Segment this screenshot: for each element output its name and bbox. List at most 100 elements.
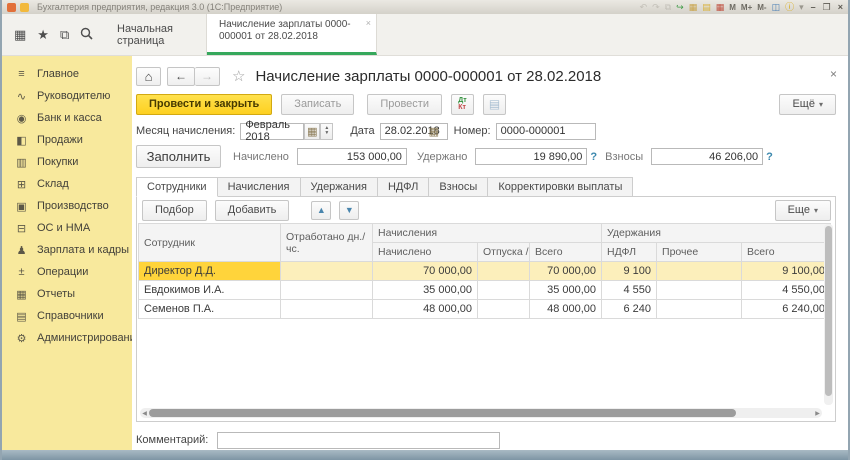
- number-input[interactable]: 0000-000001: [496, 123, 596, 140]
- memory-plus-button[interactable]: M+: [741, 3, 752, 12]
- home-button[interactable]: ⌂: [136, 67, 161, 86]
- minimize-button[interactable]: –: [811, 2, 816, 12]
- cell-ndfl[interactable]: 4 550: [602, 281, 657, 300]
- col-group-accruals[interactable]: Начисления: [373, 224, 602, 243]
- horizontal-scrollbar-thumb[interactable]: [149, 409, 736, 417]
- scroll-right-arrow-icon[interactable]: ▶: [813, 410, 822, 417]
- more-button-grid[interactable]: Еще▾: [775, 200, 831, 221]
- more-button-top[interactable]: Ещё▾: [779, 94, 836, 115]
- tab-home-page[interactable]: Начальная страница: [105, 14, 207, 55]
- tab-employees[interactable]: Сотрудники: [136, 177, 218, 197]
- cell-other[interactable]: [657, 281, 742, 300]
- cell-other[interactable]: [657, 262, 742, 281]
- cell-employee[interactable]: Евдокимов И.А.: [139, 281, 281, 300]
- contributions-help-icon[interactable]: ?: [766, 151, 773, 163]
- cell-accrued[interactable]: 48 000,00: [373, 300, 478, 319]
- tab-salary-document[interactable]: Начисление зарплаты 0000-000001 от 28.02…: [207, 14, 377, 55]
- open-link-icon[interactable]: ↪: [676, 3, 684, 12]
- vertical-scrollbar[interactable]: [824, 224, 833, 405]
- tab-contributions[interactable]: Взносы: [429, 177, 488, 197]
- notes-icon[interactable]: ▤: [702, 3, 711, 12]
- month-picker-button[interactable]: ▦: [304, 123, 320, 140]
- col-other[interactable]: Прочее: [657, 243, 742, 262]
- cell-ndfl[interactable]: 6 240: [602, 300, 657, 319]
- calendar-tool-icon[interactable]: ▦: [689, 3, 698, 12]
- month-spinner[interactable]: ▲▼: [320, 123, 333, 140]
- cell-accruals-total[interactable]: 48 000,00: [530, 300, 602, 319]
- show-postings-button[interactable]: ДтКт: [451, 94, 474, 115]
- table-row[interactable]: Евдокимов И.А. 35 000,00 35 000,00 4 550…: [139, 281, 831, 300]
- favorites-star-icon[interactable]: ★: [37, 28, 49, 41]
- sidebar-item-sales[interactable]: ◧Продажи: [2, 129, 132, 151]
- move-down-button[interactable]: ▼: [339, 201, 359, 220]
- post-and-close-button[interactable]: Провести и закрыть: [136, 94, 272, 115]
- calculator-icon[interactable]: ▦: [716, 3, 725, 12]
- split-panel-icon[interactable]: ◫: [772, 3, 781, 12]
- menu-grid-icon[interactable]: ▦: [14, 28, 26, 41]
- add-button[interactable]: Добавить: [215, 200, 290, 221]
- cell-accrued[interactable]: 70 000,00: [373, 262, 478, 281]
- scroll-left-arrow-icon[interactable]: ◀: [140, 410, 149, 417]
- sidebar-item-purchases[interactable]: ▥Покупки: [2, 151, 132, 173]
- col-deductions-total[interactable]: Всего: [742, 243, 831, 262]
- sidebar-item-warehouse[interactable]: ⊞Склад: [2, 173, 132, 195]
- tab-accruals[interactable]: Начисления: [218, 177, 301, 197]
- close-button[interactable]: ×: [838, 2, 843, 12]
- post-button[interactable]: Провести: [367, 94, 442, 115]
- sidebar-item-operations[interactable]: ±Операции: [2, 261, 132, 283]
- sidebar-item-reports[interactable]: ▦Отчеты: [2, 283, 132, 305]
- date-calendar-icon[interactable]: ▦: [429, 125, 444, 138]
- forward-button[interactable]: →: [195, 67, 220, 86]
- sidebar-item-main[interactable]: ≡Главное: [2, 63, 132, 85]
- cell-accruals-total[interactable]: 70 000,00: [530, 262, 602, 281]
- cell-deductions-total[interactable]: 4 550,00: [742, 281, 831, 300]
- move-up-button[interactable]: ▲: [311, 201, 331, 220]
- restore-button[interactable]: ❐: [823, 2, 831, 13]
- month-input[interactable]: Февраль 2018: [240, 123, 304, 140]
- col-vacation[interactable]: Отпуска /: [478, 243, 530, 262]
- col-worked[interactable]: Отработано дн./чс.: [281, 224, 373, 262]
- col-accruals-total[interactable]: Всего: [530, 243, 602, 262]
- cell-employee[interactable]: Директор Д.Д.: [139, 262, 281, 281]
- cell-vacation[interactable]: [478, 262, 530, 281]
- save-button[interactable]: Записать: [281, 94, 354, 115]
- tab-ndfl[interactable]: НДФЛ: [378, 177, 429, 197]
- sidebar-item-directories[interactable]: ▤Справочники: [2, 305, 132, 327]
- cell-deductions-total[interactable]: 6 240,00: [742, 300, 831, 319]
- cell-vacation[interactable]: [478, 281, 530, 300]
- cell-deductions-total[interactable]: 9 100,00: [742, 262, 831, 281]
- sidebar-item-salary-hr[interactable]: ♟Зарплата и кадры: [2, 239, 132, 261]
- comment-input[interactable]: [217, 432, 500, 449]
- accrued-total-input[interactable]: 153 000,00: [297, 148, 407, 165]
- recent-windows-icon[interactable]: ⧉: [60, 28, 69, 41]
- cell-other[interactable]: [657, 300, 742, 319]
- table-row[interactable]: Директор Д.Д. 70 000,00 70 000,00 9 100 …: [139, 262, 831, 281]
- print-report-button[interactable]: ▤: [483, 94, 506, 115]
- cell-employee[interactable]: Семенов П.А.: [139, 300, 281, 319]
- fill-button[interactable]: Заполнить: [136, 145, 221, 168]
- pick-button[interactable]: Подбор: [142, 200, 207, 221]
- cell-worked[interactable]: [281, 281, 373, 300]
- col-ndfl[interactable]: НДФЛ: [602, 243, 657, 262]
- sidebar-item-administration[interactable]: ⚙Администрирование: [2, 327, 132, 349]
- cell-worked[interactable]: [281, 300, 373, 319]
- redo-icon[interactable]: ↷: [652, 3, 660, 12]
- search-icon[interactable]: [80, 27, 93, 42]
- cell-accruals-total[interactable]: 35 000,00: [530, 281, 602, 300]
- col-group-deductions[interactable]: Удержания: [602, 224, 831, 243]
- info-icon[interactable]: ⓘ: [785, 3, 794, 12]
- clipboard-icon[interactable]: ⧉: [665, 3, 671, 12]
- sidebar-item-fixed-assets[interactable]: ⊟ОС и НМА: [2, 217, 132, 239]
- cell-worked[interactable]: [281, 262, 373, 281]
- tab-deductions[interactable]: Удержания: [301, 177, 378, 197]
- withheld-total-input[interactable]: 19 890,00: [475, 148, 587, 165]
- withheld-help-icon[interactable]: ?: [590, 151, 597, 163]
- undo-icon[interactable]: ↶: [640, 3, 648, 12]
- tab-payment-adjustments[interactable]: Корректировки выплаты: [488, 177, 633, 197]
- vertical-scrollbar-thumb[interactable]: [825, 226, 832, 396]
- contributions-total-input[interactable]: 46 206,00: [651, 148, 763, 165]
- memory-minus-button[interactable]: M-: [757, 3, 766, 12]
- favorite-star-icon[interactable]: ☆: [232, 67, 245, 85]
- table-row[interactable]: Семенов П.А. 48 000,00 48 000,00 6 240 6…: [139, 300, 831, 319]
- cell-accrued[interactable]: 35 000,00: [373, 281, 478, 300]
